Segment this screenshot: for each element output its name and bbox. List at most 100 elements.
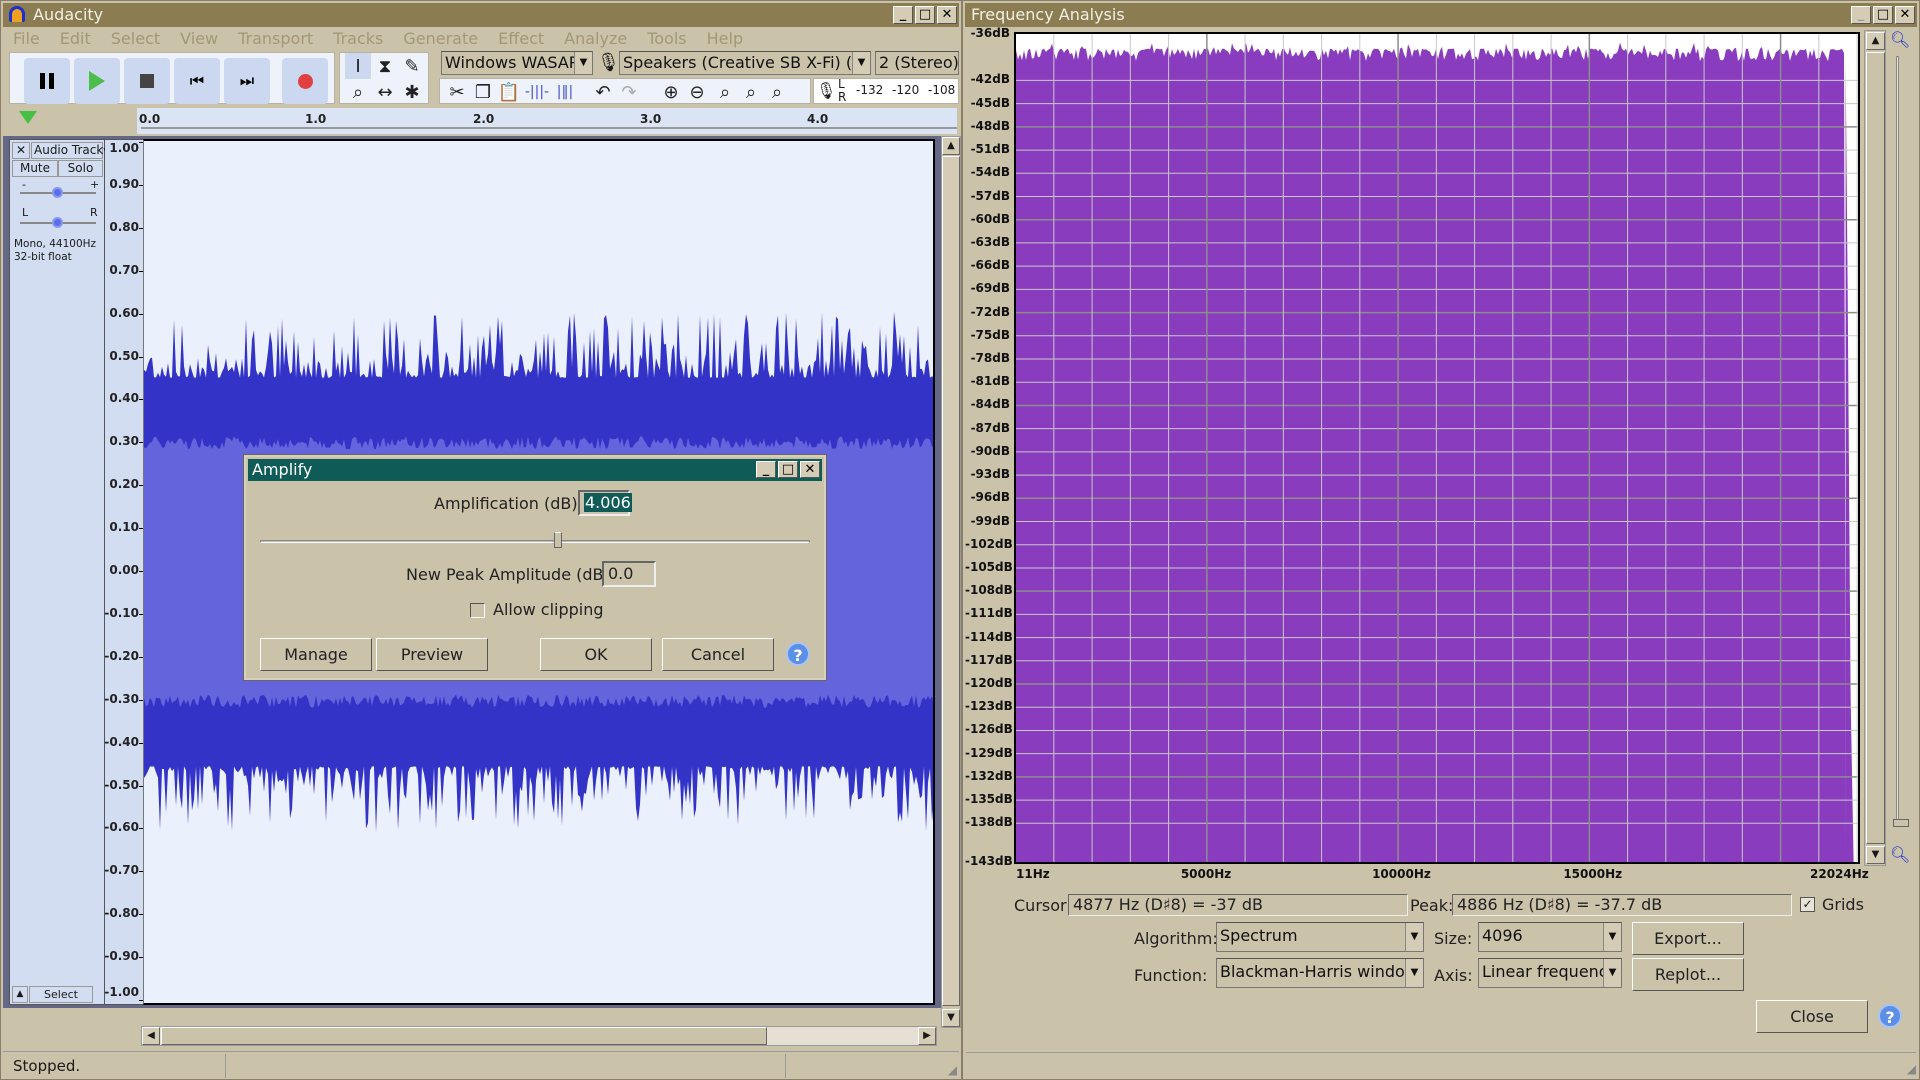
menu-tracks[interactable]: Tracks — [323, 28, 393, 49]
amplification-input[interactable]: 4.006 — [578, 490, 632, 516]
scroll-down-button[interactable]: ▼ — [1866, 846, 1885, 864]
h-scrollbar-thumb[interactable] — [161, 1027, 767, 1045]
algorithm-select[interactable]: Spectrum ▼ — [1216, 922, 1424, 952]
export-button[interactable]: Export... — [1632, 922, 1744, 955]
resize-grip-icon[interactable]: ◢ — [948, 1063, 957, 1077]
fit-project-button[interactable]: ⌕ — [738, 79, 764, 105]
menu-help[interactable]: Help — [697, 28, 753, 49]
record-meter-icon[interactable]: 🎙 — [816, 81, 836, 100]
axis-select[interactable]: Linear frequency ▼ — [1478, 958, 1622, 988]
close-button[interactable]: ✕ — [1895, 6, 1915, 24]
solo-button[interactable]: Solo — [58, 160, 103, 177]
track-close-button[interactable]: ✕ — [12, 142, 30, 159]
paste-button[interactable]: 📋 — [496, 79, 522, 105]
zoom-in-button[interactable]: ⊕ — [658, 79, 684, 105]
track-control-panel[interactable]: ✕ Audio Track▼ Mute Solo - + L R Mono, 4… — [9, 139, 110, 1005]
output-device-select[interactable]: Speakers (Creative SB X-Fi) (loop ▼ — [619, 51, 871, 75]
function-select[interactable]: Blackman-Harris window ▼ — [1216, 958, 1424, 988]
help-button[interactable]: ? — [1878, 1004, 1902, 1028]
menu-edit[interactable]: Edit — [50, 28, 101, 49]
record-button[interactable] — [282, 58, 328, 104]
zoom-out-button[interactable]: ⊖ — [684, 79, 710, 105]
menu-select[interactable]: Select — [101, 28, 170, 49]
menu-generate[interactable]: Generate — [393, 28, 488, 49]
ok-button[interactable]: OK — [540, 638, 652, 671]
pan-slider-thumb[interactable] — [52, 217, 63, 228]
selection-tool[interactable]: I — [345, 53, 371, 79]
minimize-button[interactable]: _ — [756, 461, 776, 478]
zoom-slider[interactable] — [1893, 56, 1909, 827]
maximize-button[interactable]: □ — [1873, 6, 1893, 24]
cut-button[interactable]: ✂ — [444, 79, 470, 105]
channels-select[interactable]: 2 (Stereo) R — [875, 51, 959, 75]
menu-file[interactable]: File — [3, 28, 50, 49]
zoom-toggle-button[interactable]: ⌕ — [764, 79, 790, 105]
select-track-button[interactable]: Select — [29, 986, 93, 1003]
grids-checkbox[interactable]: ✓ — [1800, 897, 1815, 912]
horizontal-scrollbar[interactable]: ◀ ▶ — [141, 1026, 937, 1046]
track-menu-button[interactable]: Audio Track▼ — [31, 142, 110, 159]
size-select[interactable]: 4096 ▼ — [1478, 922, 1622, 952]
maximize-button[interactable]: □ — [778, 461, 798, 478]
allow-clipping-label[interactable]: Allow clipping — [493, 600, 604, 619]
zoom-tool[interactable]: ⌕ — [345, 79, 371, 105]
vertical-scrollbar[interactable]: ▲ ▼ — [941, 136, 961, 1028]
silence-button[interactable]: |‖| — [552, 79, 578, 105]
minimize-button[interactable]: _ — [1851, 6, 1871, 24]
scroll-right-button[interactable]: ▶ — [918, 1027, 936, 1045]
manage-button[interactable]: Manage — [260, 638, 372, 671]
scroll-left-button[interactable]: ◀ — [142, 1027, 160, 1045]
pan-slider[interactable] — [20, 217, 96, 228]
copy-button[interactable]: ❐ — [470, 79, 496, 105]
zoom-in-icon[interactable]: 🔍︎ — [1890, 30, 1910, 49]
skip-start-button[interactable]: ⏮ — [174, 58, 220, 104]
audio-host-select[interactable]: Windows WASAPI ▼ — [441, 51, 593, 75]
scroll-up-button[interactable]: ▲ — [942, 137, 960, 155]
grids-label[interactable]: Grids — [1822, 895, 1864, 914]
redo-button[interactable]: ↷ — [616, 79, 642, 105]
allow-clipping-checkbox[interactable] — [470, 603, 485, 618]
amplification-slider-thumb[interactable] — [554, 532, 562, 548]
menu-analyze[interactable]: Analyze — [554, 28, 637, 49]
play-button[interactable] — [74, 58, 120, 104]
zoom-out-icon[interactable]: 🔍︎ — [1890, 845, 1910, 864]
scroll-down-button[interactable]: ▼ — [942, 1009, 960, 1027]
pause-button[interactable] — [24, 58, 70, 104]
close-button[interactable]: ✕ — [800, 461, 820, 478]
maximize-button[interactable]: □ — [915, 6, 935, 24]
play-head-button[interactable] — [19, 111, 37, 124]
gain-slider-thumb[interactable] — [52, 187, 63, 198]
minimize-button[interactable]: _ — [893, 6, 913, 24]
scrollbar-thumb[interactable] — [1866, 52, 1885, 844]
draw-tool[interactable]: ✎ — [399, 53, 425, 79]
timeline-ruler[interactable]: 0.0 1.0 2.0 3.0 4.0 — [137, 108, 957, 134]
amplification-slider[interactable] — [260, 532, 810, 548]
menu-effect[interactable]: Effect — [488, 28, 554, 49]
trim-button[interactable]: -|||- — [524, 79, 550, 105]
zoom-slider-thumb[interactable] — [1893, 819, 1909, 827]
undo-button[interactable]: ↶ — [590, 79, 616, 105]
menu-view[interactable]: View — [170, 28, 228, 49]
new-peak-input[interactable]: 0.0 — [602, 561, 656, 587]
multi-tool[interactable]: ✱ — [399, 79, 425, 105]
scrollbar-thumb[interactable] — [942, 156, 960, 1006]
scroll-up-button[interactable]: ▲ — [1866, 32, 1885, 50]
fit-selection-button[interactable]: ⌕ — [712, 79, 738, 105]
replot-button[interactable]: Replot... — [1632, 958, 1744, 991]
close-button[interactable]: ✕ — [937, 6, 957, 24]
skip-end-button[interactable]: ⏭ — [224, 58, 270, 104]
cancel-button[interactable]: Cancel — [662, 638, 774, 671]
resize-grip-icon[interactable]: ◢ — [1907, 1062, 1916, 1076]
spectrum-plot[interactable] — [1014, 32, 1860, 864]
gain-slider[interactable] — [20, 187, 96, 198]
menu-transport[interactable]: Transport — [228, 28, 323, 49]
preview-button[interactable]: Preview — [376, 638, 488, 671]
help-button[interactable]: ? — [786, 642, 810, 666]
mute-button[interactable]: Mute — [12, 160, 58, 177]
stop-button[interactable] — [124, 58, 170, 104]
envelope-tool[interactable]: ⧗ — [372, 53, 398, 79]
freq-vertical-scrollbar[interactable]: ▲ ▼ — [1864, 30, 1886, 866]
timeshift-tool[interactable]: ↔ — [372, 79, 398, 105]
collapse-track-button[interactable]: ▲ — [12, 986, 28, 1003]
close-dialog-button[interactable]: Close — [1756, 1000, 1868, 1033]
